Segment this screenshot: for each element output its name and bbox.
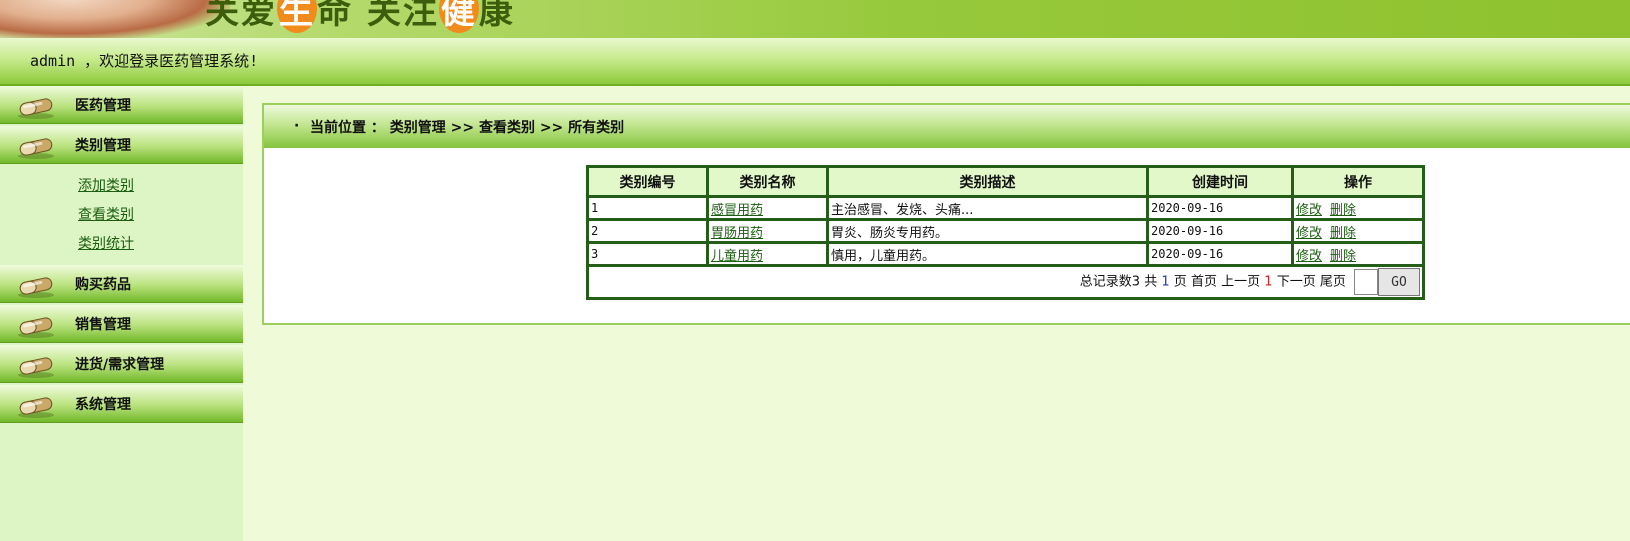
banner-photo — [0, 0, 230, 38]
capsule-icon — [18, 138, 54, 159]
first-page-link[interactable]: 首页 — [1191, 275, 1217, 290]
sidebar-item-label: 医药管理 — [75, 98, 131, 114]
column-header-date: 创建时间 — [1149, 168, 1291, 195]
column-header-ops: 操作 — [1294, 168, 1422, 195]
cell-date: 2020-09-16 — [1149, 198, 1291, 218]
cell-id: 3 — [589, 244, 706, 264]
prev-page-link[interactable]: 上一页 — [1221, 275, 1260, 290]
sidebar: 医药管理 类别管理 添加类别 查看类别 类别统计 购买药品 销售管理 进货/需求… — [0, 86, 243, 541]
sidebar-item-label: 购买药品 — [75, 277, 131, 293]
delete-link[interactable]: 删除 — [1330, 249, 1356, 264]
edit-link[interactable]: 修改 — [1296, 203, 1322, 218]
breadcrumb: 当前位置 ： 类别管理 >> 查看类别 >> 所有类别 — [310, 120, 625, 136]
bullet-icon: · — [294, 118, 300, 134]
pager-row: 总记录数3 共 1 页 首页 上一页 1 下一页 尾页 GO — [589, 267, 1422, 297]
welcome-bar: admin ，欢迎登录医药管理系统! — [0, 38, 1630, 86]
total-pages: 1 — [1161, 274, 1170, 290]
submenu-category-stats[interactable]: 类别统计 — [0, 230, 243, 259]
submenu-add-category[interactable]: 添加类别 — [0, 172, 243, 201]
cell-desc: 慎用，儿童用药。 — [829, 244, 1146, 264]
banner-slogan: 关爱生命 关注健康 — [205, 0, 515, 33]
sidebar-item-system[interactable]: 系统管理 — [0, 385, 243, 423]
total-records: 总记录数3 — [1079, 274, 1141, 290]
delete-link[interactable]: 删除 — [1330, 203, 1356, 218]
submenu-view-category[interactable]: 查看类别 — [0, 201, 243, 230]
category-table: 类别编号 类别名称 类别描述 创建时间 操作 1 感冒用药 主治感冒、发烧、头痛… — [586, 165, 1425, 300]
column-header-id: 类别编号 — [589, 168, 706, 195]
page-number-input[interactable] — [1354, 269, 1378, 295]
cell-desc: 胃炎、肠炎专用药。 — [829, 221, 1146, 241]
table-header-row: 类别编号 类别名称 类别描述 创建时间 操作 — [589, 168, 1422, 195]
last-page-link[interactable]: 尾页 — [1320, 275, 1346, 290]
sidebar-item-purchase[interactable]: 购买药品 — [0, 265, 243, 303]
panel-title-bar: · 当前位置 ： 类别管理 >> 查看类别 >> 所有类别 — [264, 105, 1630, 148]
table-row: 1 感冒用药 主治感冒、发烧、头痛... 2020-09-16 修改 删除 — [589, 198, 1422, 218]
sidebar-item-sales[interactable]: 销售管理 — [0, 305, 243, 343]
sidebar-item-label: 销售管理 — [75, 317, 131, 333]
capsule-icon — [18, 357, 54, 378]
cell-date: 2020-09-16 — [1149, 221, 1291, 241]
column-header-name: 类别名称 — [709, 168, 826, 195]
sidebar-item-stock[interactable]: 进货/需求管理 — [0, 345, 243, 383]
column-header-desc: 类别描述 — [829, 168, 1146, 195]
category-name-link[interactable]: 儿童用药 — [711, 249, 763, 264]
category-name-link[interactable]: 感冒用药 — [711, 203, 763, 218]
capsule-icon — [18, 397, 54, 418]
edit-link[interactable]: 修改 — [1296, 226, 1322, 241]
capsule-icon — [18, 317, 54, 338]
table-row: 3 儿童用药 慎用，儿童用药。 2020-09-16 修改 删除 — [589, 244, 1422, 264]
cell-id: 2 — [589, 221, 706, 241]
current-page: 1 — [1264, 274, 1273, 290]
next-page-link[interactable]: 下一页 — [1277, 275, 1316, 290]
go-button[interactable]: GO — [1378, 268, 1420, 296]
category-submenu: 添加类别 查看类别 类别统计 — [0, 166, 243, 265]
table-row: 2 胃肠用药 胃炎、肠炎专用药。 2020-09-16 修改 删除 — [589, 221, 1422, 241]
delete-link[interactable]: 删除 — [1330, 226, 1356, 241]
sidebar-item-category[interactable]: 类别管理 — [0, 126, 243, 164]
top-banner: 关爱生命 关注健康 — [0, 0, 1630, 38]
cell-date: 2020-09-16 — [1149, 244, 1291, 264]
sidebar-item-label: 进货/需求管理 — [75, 357, 165, 373]
sidebar-item-medicine[interactable]: 医药管理 — [0, 86, 243, 124]
category-name-link[interactable]: 胃肠用药 — [711, 226, 763, 241]
sidebar-item-label: 系统管理 — [75, 397, 131, 413]
capsule-icon — [18, 277, 54, 298]
cell-desc: 主治感冒、发烧、头痛... — [829, 198, 1146, 218]
capsule-icon — [18, 98, 54, 119]
edit-link[interactable]: 修改 — [1296, 249, 1322, 264]
cell-id: 1 — [589, 198, 706, 218]
welcome-text: admin ，欢迎登录医药管理系统! — [30, 52, 259, 70]
pager: 总记录数3 共 1 页 首页 上一页 1 下一页 尾页 GO — [589, 267, 1422, 297]
sidebar-item-label: 类别管理 — [75, 138, 131, 154]
